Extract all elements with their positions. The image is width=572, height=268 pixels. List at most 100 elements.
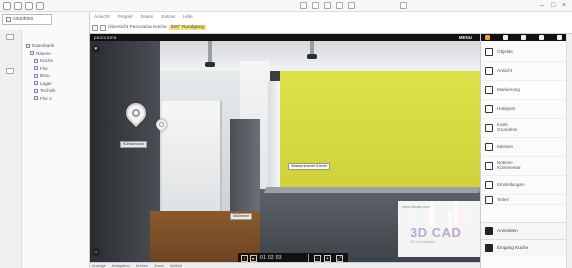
- status-item[interactable]: Zoom: [154, 263, 164, 268]
- panorama-icon: [34, 88, 38, 93]
- layers-icon[interactable]: [6, 34, 14, 40]
- menu-item-markup[interactable]: Markierung: [481, 81, 572, 100]
- main-header: Ansicht Projekt Daten Extras Hilfe Übers…: [90, 12, 572, 34]
- undo-icon[interactable]: [25, 2, 33, 10]
- tab-project[interactable]: Projekt: [116, 14, 135, 22]
- objects-icon: [485, 48, 493, 56]
- warning-icon[interactable]: [485, 35, 490, 40]
- status-item[interactable]: Vollbild: [170, 263, 182, 268]
- right-panel-toolbar: [481, 34, 572, 41]
- menu-item-notes[interactable]: Notizen Kommentar: [481, 157, 572, 176]
- tree-item[interactable]: Küche: [26, 57, 88, 65]
- breadcrumb-current[interactable]: 360° Rundgang: [168, 25, 207, 30]
- menu-item-objects[interactable]: Objekte: [481, 43, 572, 62]
- toolbar-btn-3[interactable]: [324, 2, 331, 9]
- grid-icon[interactable]: [557, 35, 562, 40]
- panorama-icon: [34, 73, 38, 78]
- viewer-info-icon[interactable]: ♥: [92, 45, 100, 53]
- toolbar-btn-2[interactable]: [312, 2, 319, 9]
- scene-lamp: [205, 41, 215, 67]
- title-bar: – □ ×: [0, 0, 572, 12]
- right-panel: Objekte Ansicht Markierung Hotspots Kart…: [480, 34, 572, 268]
- home-icon[interactable]: [100, 24, 106, 31]
- breadcrumb-path[interactable]: Übersicht Panorama Küche: [108, 25, 167, 30]
- zoom-out-icon[interactable]: −: [314, 255, 321, 262]
- user-icon: [485, 227, 493, 235]
- toolbar-btn-5[interactable]: [348, 2, 355, 9]
- hotspot-pin[interactable]: [153, 116, 170, 133]
- menu-item-measure[interactable]: Messen: [481, 138, 572, 157]
- status-item[interactable]: Navigation: [112, 263, 130, 268]
- right-scrollbar[interactable]: [566, 34, 572, 268]
- markup-icon: [485, 86, 493, 94]
- hotspot-pin[interactable]: [121, 98, 151, 128]
- tree-item[interactable]: Technik: [26, 87, 88, 95]
- prev-icon[interactable]: ‹: [241, 255, 248, 262]
- menu-item-map[interactable]: Karte Grundriss: [481, 119, 572, 138]
- tab-extras[interactable]: Extras: [159, 14, 177, 22]
- right-panel-menu: Objekte Ansicht Markierung Hotspots Kart…: [481, 43, 572, 205]
- folder-icon: [30, 51, 34, 55]
- hotspot-label[interactable]: Kühlschrank: [120, 141, 147, 148]
- close-icon[interactable]: ×: [562, 2, 566, 10]
- left-panel-tab-label: countries: [13, 16, 34, 22]
- zoom-in-icon[interactable]: +: [324, 255, 331, 262]
- location-row[interactable]: Eingang Küche ▾: [481, 239, 572, 256]
- tree-item[interactable]: Lager: [26, 80, 88, 88]
- filter-icon[interactable]: [6, 68, 14, 74]
- share-icon: [485, 196, 493, 204]
- toolbar-btn-6[interactable]: [400, 2, 407, 9]
- download-icon[interactable]: [539, 35, 544, 40]
- toolbar-btn-1[interactable]: [300, 2, 307, 9]
- database-icon: [26, 43, 30, 48]
- scene-countertop: [263, 187, 480, 193]
- tree-item[interactable]: Räume: [26, 50, 88, 58]
- panorama-icon: [34, 66, 38, 70]
- save-icon[interactable]: [14, 2, 22, 10]
- scene-lamp: [307, 41, 317, 59]
- panorama-viewer[interactable]: panorama MENU Kühlschrank Wasserkocher K…: [90, 34, 480, 268]
- menu-item-hotspots[interactable]: Hotspots: [481, 100, 572, 119]
- redo-icon[interactable]: [36, 2, 44, 10]
- menu-item-view[interactable]: Ansicht: [481, 62, 572, 81]
- tree-item[interactable]: Büro: [26, 72, 88, 80]
- right-panel-footer: Anmelden Eingang Küche ▾: [481, 222, 572, 256]
- maximize-icon[interactable]: □: [551, 2, 555, 10]
- left-panel-tab[interactable]: countries: [2, 14, 52, 25]
- status-item[interactable]: Anzeige: [92, 263, 106, 268]
- measure-icon: [485, 143, 493, 151]
- viewer-settings-icon[interactable]: ⌂: [92, 248, 100, 256]
- tree-item[interactable]: Flur: [26, 65, 88, 73]
- share-icon[interactable]: [521, 35, 526, 40]
- minimize-icon[interactable]: –: [540, 2, 544, 10]
- folder-icon: [6, 17, 11, 22]
- menu-item-settings[interactable]: Einstellungen: [481, 176, 572, 195]
- status-item[interactable]: Drehen: [136, 263, 148, 268]
- toolbar-btn-4[interactable]: [336, 2, 343, 9]
- left-panel: countries Datenbank Räume Küche Flur Bür…: [0, 12, 90, 268]
- tab-view[interactable]: Ansicht: [92, 14, 112, 22]
- back-icon[interactable]: [92, 24, 98, 31]
- hotspot-label[interactable]: Wasserkocher Küche: [288, 163, 330, 170]
- tab-data[interactable]: Daten: [139, 14, 156, 22]
- play-icon[interactable]: ▸: [250, 255, 257, 262]
- menu-item-map-text: Karte Grundriss: [497, 122, 517, 132]
- gear-icon: [485, 181, 493, 189]
- left-tool-strip: [0, 30, 22, 268]
- ad-title: 3D CAD: [410, 225, 462, 240]
- viewer-topbar: panorama MENU: [90, 34, 480, 41]
- panorama-image[interactable]: Kühlschrank Wasserkocher Küche Mülleimer…: [90, 41, 480, 268]
- menu-item-share[interactable]: Teilen: [481, 195, 572, 205]
- home-icon[interactable]: [503, 35, 508, 40]
- login-row[interactable]: Anmelden: [481, 222, 572, 239]
- viewer-menu-button[interactable]: MENU: [459, 35, 472, 40]
- tree-item[interactable]: Flur 2: [26, 95, 88, 103]
- location-icon: [485, 244, 493, 252]
- notes-icon: [485, 162, 493, 170]
- tab-help[interactable]: Hilfe: [181, 14, 195, 22]
- tree-item[interactable]: Datenbank: [26, 42, 88, 50]
- hotspot-label[interactable]: Mülleimer: [230, 213, 253, 220]
- fullscreen-icon[interactable]: ⤢: [336, 255, 343, 262]
- ad-overlay[interactable]: www.3dcad.com 3D CAD 3D cad software: [398, 201, 480, 257]
- breadcrumb: Übersicht Panorama Küche 360° Rundgang: [92, 23, 207, 32]
